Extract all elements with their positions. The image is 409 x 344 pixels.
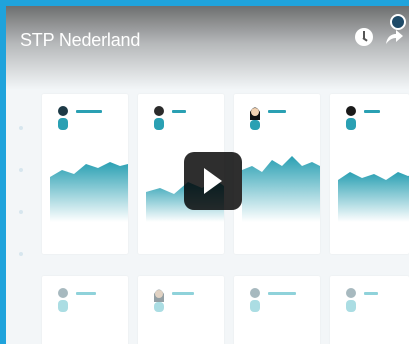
avatar — [248, 286, 262, 316]
area-chart — [242, 156, 320, 222]
avatar — [56, 104, 70, 134]
dashboard-card — [234, 94, 320, 254]
play-icon — [204, 168, 222, 194]
area-chart — [338, 172, 409, 222]
avatar — [344, 104, 358, 134]
name-placeholder — [364, 292, 378, 295]
dashboard-card — [138, 276, 224, 344]
avatar — [56, 286, 70, 316]
name-placeholder — [172, 110, 186, 113]
sidebar-dot — [19, 210, 23, 214]
name-placeholder — [268, 292, 296, 295]
name-placeholder — [76, 110, 102, 113]
sidebar-dot — [19, 126, 23, 130]
name-placeholder — [76, 292, 96, 295]
avatar — [152, 286, 166, 316]
video-title: STP Nederland — [20, 30, 141, 50]
dashboard-card — [330, 276, 409, 344]
area-chart — [50, 162, 128, 222]
avatar — [344, 286, 358, 316]
sidebar-dot — [19, 168, 23, 172]
dashboard-card — [234, 276, 320, 344]
video-frame: STP Nederland — [0, 0, 409, 344]
avatar — [248, 104, 262, 134]
avatar — [152, 104, 166, 134]
dashboard-card — [42, 94, 128, 254]
clock-icon[interactable] — [355, 28, 373, 46]
dashboard-card — [42, 276, 128, 344]
name-placeholder — [364, 110, 380, 113]
dashboard-sidebar — [12, 90, 32, 344]
video-overlay-top: STP Nederland — [6, 6, 409, 90]
status-dot-icon — [390, 14, 406, 30]
name-placeholder — [268, 110, 286, 113]
dashboard-card — [330, 94, 409, 254]
video-player[interactable]: STP Nederland — [6, 6, 409, 344]
sidebar-dot — [19, 252, 23, 256]
name-placeholder — [172, 292, 194, 295]
play-button[interactable] — [184, 152, 242, 210]
